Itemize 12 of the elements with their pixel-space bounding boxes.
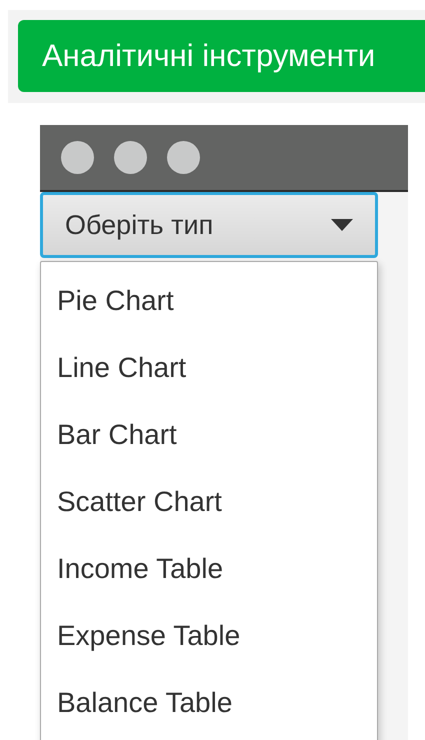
- dropdown-option[interactable]: Line Chart: [41, 334, 377, 401]
- dropdown-option[interactable]: Income Table: [41, 535, 377, 602]
- window-control-icon[interactable]: [61, 141, 94, 174]
- window-control-icon[interactable]: [167, 141, 200, 174]
- dropdown-option[interactable]: Balance Table: [41, 669, 377, 736]
- dropdown-option[interactable]: Pie Chart: [41, 267, 377, 334]
- dropdown-option[interactable]: Scatter Chart: [41, 468, 377, 535]
- dropdown-option[interactable]: Expense Table: [41, 602, 377, 669]
- caret-icon: [331, 219, 353, 231]
- window-control-icon[interactable]: [114, 141, 147, 174]
- type-dropdown[interactable]: Оберіть тип: [40, 192, 378, 258]
- dropdown-option[interactable]: Bar Chart: [41, 401, 377, 468]
